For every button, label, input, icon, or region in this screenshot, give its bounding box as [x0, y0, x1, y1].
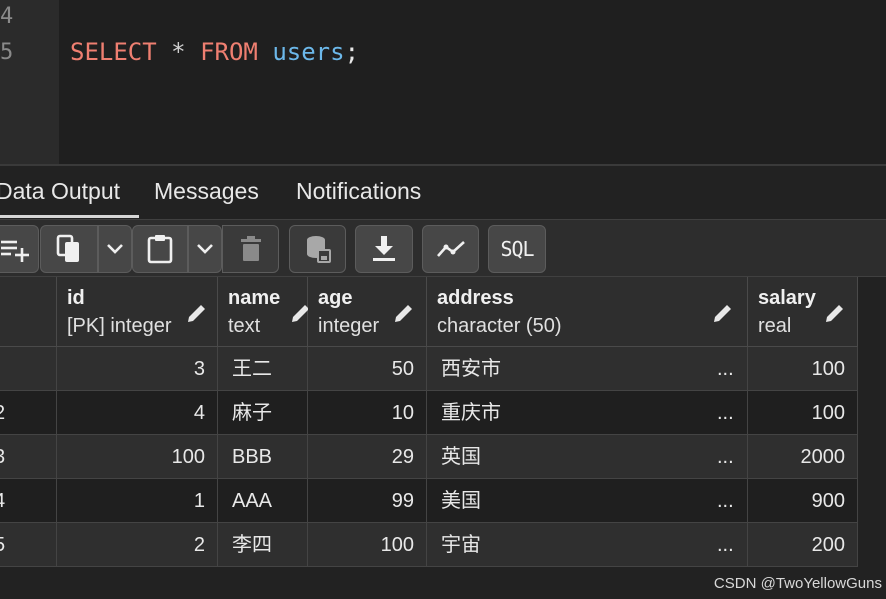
- column-type: real: [758, 315, 792, 337]
- sql-button[interactable]: SQL: [488, 225, 546, 273]
- cell-address[interactable]: 重庆市...: [427, 391, 748, 435]
- tab-data-output[interactable]: Data Output: [0, 178, 120, 205]
- sql-keyword: SELECT: [70, 38, 157, 66]
- column-name: id: [67, 287, 85, 309]
- cell-address[interactable]: 美国...: [427, 479, 748, 523]
- column-header-salary[interactable]: salary real: [748, 277, 858, 347]
- cell-address[interactable]: 英国...: [427, 435, 748, 479]
- cell-name[interactable]: 李四: [218, 523, 308, 567]
- cell-name[interactable]: AAA: [218, 479, 308, 523]
- column-type: character (50): [437, 315, 562, 337]
- copy-icon: [56, 234, 82, 264]
- cell-expand-ellipsis[interactable]: ...: [717, 391, 734, 434]
- row-number[interactable]: [0, 347, 57, 391]
- save-data-icon: [305, 235, 331, 263]
- download-icon: [372, 236, 396, 262]
- paste-options-dropdown[interactable]: [188, 225, 222, 273]
- cell-name[interactable]: BBB: [218, 435, 308, 479]
- row-number-header: [0, 277, 57, 347]
- column-name: name: [228, 287, 281, 309]
- copy-options-dropdown[interactable]: [98, 225, 132, 273]
- delete-icon: [240, 236, 262, 262]
- line-number: 5: [0, 40, 14, 65]
- data-output-toolbar: SQL: [0, 219, 886, 277]
- delete-button[interactable]: [222, 225, 279, 273]
- sql-table-name: users: [272, 38, 345, 66]
- cell-age[interactable]: 100: [308, 523, 427, 567]
- watermark: CSDN @TwoYellowGuns: [713, 575, 882, 592]
- cell-expand-ellipsis[interactable]: ...: [717, 435, 734, 478]
- active-tab-indicator: [0, 215, 139, 218]
- column-header-address[interactable]: address character (50): [427, 277, 748, 347]
- chevron-down-icon: [196, 243, 214, 255]
- paste-button[interactable]: [132, 225, 188, 273]
- chevron-down-icon: [106, 243, 124, 255]
- download-button[interactable]: [355, 225, 413, 273]
- cell-salary[interactable]: 900: [748, 479, 858, 523]
- table-row[interactable]: 5 2 李四 100 宇宙... 200: [0, 523, 858, 567]
- column-type: [PK] integer: [67, 315, 172, 337]
- row-number[interactable]: 4: [0, 479, 57, 523]
- cell-name[interactable]: 王二: [218, 347, 308, 391]
- edit-pencil-icon[interactable]: [186, 302, 208, 324]
- cell-name[interactable]: 麻子: [218, 391, 308, 435]
- tab-messages[interactable]: Messages: [154, 178, 259, 205]
- column-type: integer: [318, 315, 380, 337]
- paste-icon: [147, 234, 173, 264]
- graph-visualiser-button[interactable]: [422, 225, 479, 273]
- sql-keyword: FROM: [200, 38, 258, 66]
- add-row-button[interactable]: [0, 225, 39, 273]
- cell-id[interactable]: 1: [57, 479, 218, 523]
- cell-salary[interactable]: 200: [748, 523, 858, 567]
- graph-visualiser-icon: [436, 239, 466, 259]
- cell-id[interactable]: 3: [57, 347, 218, 391]
- cell-age[interactable]: 50: [308, 347, 427, 391]
- column-header-name[interactable]: name text: [218, 277, 309, 347]
- table-row[interactable]: 3 王二 50 西安市... 100: [0, 347, 858, 391]
- code-line[interactable]: SELECT * FROM users;: [70, 38, 359, 66]
- query-editor[interactable]: 4 5 SELECT * FROM users;: [0, 0, 886, 164]
- row-number[interactable]: 3: [0, 435, 57, 479]
- table-row[interactable]: 2 4 麻子 10 重庆市... 100: [0, 391, 858, 435]
- cell-id[interactable]: 2: [57, 523, 218, 567]
- row-number[interactable]: 5: [0, 523, 57, 567]
- cell-age[interactable]: 10: [308, 391, 427, 435]
- line-number: 4: [0, 4, 14, 29]
- column-header-id[interactable]: id [PK] integer: [57, 277, 218, 347]
- cell-salary[interactable]: 2000: [748, 435, 858, 479]
- add-row-icon: [0, 236, 31, 262]
- edit-pencil-icon[interactable]: [393, 302, 415, 324]
- column-name: address: [437, 287, 514, 309]
- save-data-button[interactable]: [289, 225, 346, 273]
- sql-star: *: [171, 38, 186, 66]
- copy-button[interactable]: [40, 225, 98, 273]
- cell-expand-ellipsis[interactable]: ...: [717, 347, 734, 390]
- cell-id[interactable]: 4: [57, 391, 218, 435]
- cell-salary[interactable]: 100: [748, 391, 858, 435]
- results-tab-bar: Data Output Messages Notifications: [0, 164, 886, 220]
- edit-pencil-icon[interactable]: [712, 302, 734, 324]
- cell-expand-ellipsis[interactable]: ...: [717, 523, 734, 566]
- table-row[interactable]: 4 1 AAA 99 美国... 900: [0, 479, 858, 523]
- cell-age[interactable]: 29: [308, 435, 427, 479]
- cell-age[interactable]: 99: [308, 479, 427, 523]
- column-header-age[interactable]: age integer: [308, 277, 427, 347]
- cell-salary[interactable]: 100: [748, 347, 858, 391]
- cell-id[interactable]: 100: [57, 435, 218, 479]
- cell-address[interactable]: 宇宙...: [427, 523, 748, 567]
- sql-semicolon: ;: [344, 38, 360, 66]
- cell-address[interactable]: 西安市...: [427, 347, 748, 391]
- row-number[interactable]: 2: [0, 391, 57, 435]
- cell-expand-ellipsis[interactable]: ...: [717, 479, 734, 522]
- line-number-gutter: 4 5: [0, 0, 59, 164]
- tab-notifications[interactable]: Notifications: [296, 178, 421, 205]
- column-name: salary: [758, 287, 816, 309]
- column-type: text: [228, 315, 261, 337]
- column-name: age: [318, 287, 353, 309]
- table-row[interactable]: 3 100 BBB 29 英国... 2000: [0, 435, 858, 479]
- sql-icon: SQL: [500, 237, 534, 261]
- edit-pencil-icon[interactable]: [824, 302, 846, 324]
